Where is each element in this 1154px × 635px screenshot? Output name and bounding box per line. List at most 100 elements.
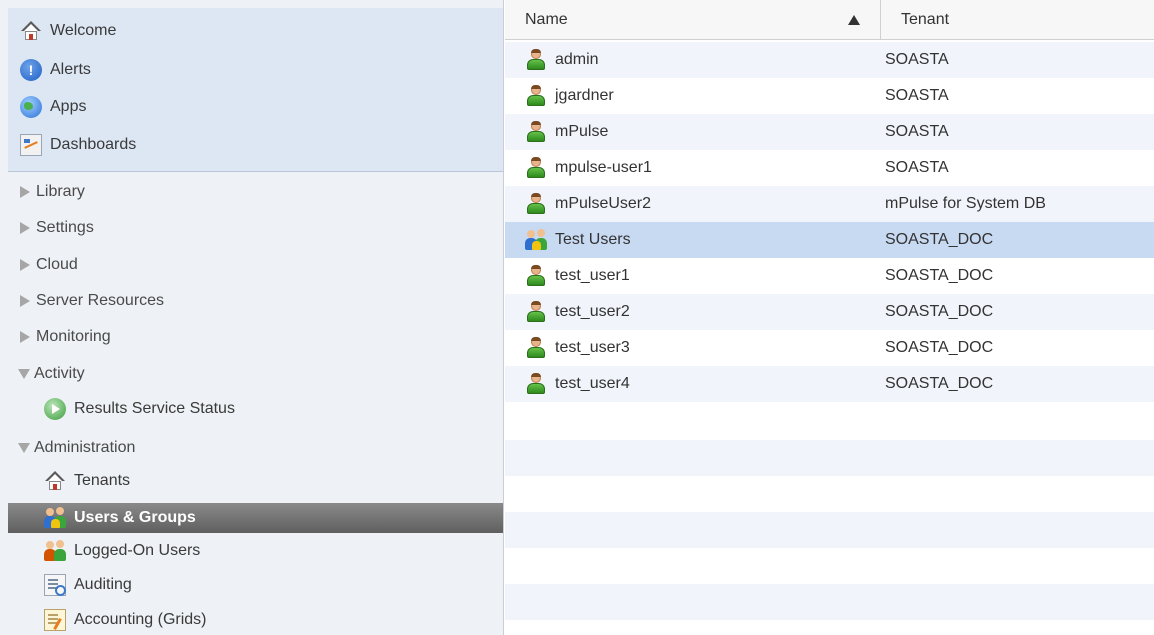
row-name: jgardner [555, 87, 614, 104]
tree-activity-label: Activity [34, 365, 85, 382]
collapsed-arrow-icon[interactable] [20, 222, 30, 234]
tree-monitoring-label: Monitoring [36, 328, 111, 345]
row-tenant: SOASTA [885, 87, 949, 104]
nav-tenants[interactable]: Tenants [44, 466, 130, 496]
dashboard-icon [20, 134, 42, 156]
tree-server-resources-label: Server Resources [36, 292, 165, 309]
nav-welcome[interactable]: Welcome [20, 16, 116, 46]
tree-server-resources[interactable]: Server Resources [16, 286, 164, 316]
row-name: test_user1 [555, 267, 630, 284]
empty-row-stripe [505, 584, 1154, 620]
row-name: mPulseUser2 [555, 195, 652, 212]
tree-administration[interactable]: Administration [16, 433, 135, 463]
column-header-name[interactable]: Name [505, 0, 881, 40]
table-row[interactable]: admin SOASTA [505, 42, 1154, 78]
nav-apps[interactable]: Apps [20, 92, 86, 122]
row-tenant: SOASTA_DOC [885, 339, 994, 356]
group-icon [525, 229, 547, 251]
nav-users-groups-label: Users & Groups [74, 509, 196, 526]
table-row[interactable]: mPulse SOASTA [505, 114, 1154, 150]
row-name: mpulse-user1 [555, 159, 652, 176]
collapsed-arrow-icon[interactable] [20, 295, 30, 307]
collapsed-arrow-icon[interactable] [20, 331, 30, 343]
tree-cloud-label: Cloud [36, 256, 78, 273]
row-name: admin [555, 51, 599, 68]
table-row[interactable]: test_user3 SOASTA_DOC [505, 330, 1154, 366]
user-icon [525, 193, 547, 215]
column-header-name-label: Name [525, 11, 568, 28]
nav-apps-label: Apps [50, 98, 87, 115]
row-name: test_user3 [555, 339, 630, 356]
table-header: Name Tenant [505, 0, 1154, 40]
nav-alerts-label: Alerts [50, 61, 91, 78]
logged-on-users-icon [44, 540, 66, 562]
users-groups-icon [44, 507, 66, 529]
sort-ascending-icon[interactable] [848, 15, 860, 25]
nav-accounting-grids[interactable]: Accounting (Grids) [44, 605, 207, 635]
tree-library[interactable]: Library [16, 177, 85, 207]
table-row[interactable]: test_user1 SOASTA_DOC [505, 258, 1154, 294]
tree-settings-label: Settings [36, 219, 94, 236]
nav-results-service-status[interactable]: Results Service Status [44, 394, 235, 424]
nav-tenants-label: Tenants [74, 472, 131, 489]
nav-welcome-label: Welcome [50, 22, 117, 39]
nav-accounting-grids-label: Accounting (Grids) [74, 611, 207, 628]
row-tenant: mPulse for System DB [885, 195, 1046, 212]
column-header-tenant-label: Tenant [901, 11, 950, 28]
tree-library-label: Library [36, 183, 85, 200]
user-icon [525, 373, 547, 395]
table-row[interactable]: test_user2 SOASTA_DOC [505, 294, 1154, 330]
auditing-icon [44, 574, 66, 596]
globe-icon [20, 96, 42, 118]
row-tenant: SOASTA [885, 123, 949, 140]
user-icon [525, 121, 547, 143]
empty-row-stripe [505, 512, 1154, 548]
row-name: test_user2 [555, 303, 630, 320]
tree-cloud[interactable]: Cloud [16, 250, 78, 280]
alert-icon: ! [20, 59, 42, 81]
table-row[interactable]: mpulse-user1 SOASTA [505, 150, 1154, 186]
column-header-tenant[interactable]: Tenant [881, 0, 1154, 40]
results-service-icon [44, 398, 66, 420]
user-icon [525, 301, 547, 323]
row-tenant: SOASTA_DOC [885, 375, 994, 392]
accounting-icon [44, 609, 66, 631]
row-name: test_user4 [555, 375, 630, 392]
table-row-selected[interactable]: Test Users SOASTA_DOC [505, 222, 1154, 258]
user-icon [525, 49, 547, 71]
nav-auditing-label: Auditing [74, 576, 132, 593]
nav-logged-on-users[interactable]: Logged-On Users [44, 536, 200, 566]
collapsed-arrow-icon[interactable] [20, 259, 30, 271]
tree-monitoring[interactable]: Monitoring [16, 322, 111, 352]
user-icon [525, 85, 547, 107]
home-icon [44, 470, 66, 492]
nav-logged-on-users-label: Logged-On Users [74, 542, 201, 559]
home-icon [20, 20, 42, 42]
tree-settings[interactable]: Settings [16, 213, 94, 243]
sidebar: Welcome ! Alerts Apps Dashboards Library… [0, 0, 504, 635]
row-tenant: SOASTA_DOC [885, 231, 994, 248]
row-name: mPulse [555, 123, 609, 140]
user-icon [525, 337, 547, 359]
expanded-arrow-icon[interactable] [18, 369, 30, 379]
row-tenant: SOASTA_DOC [885, 303, 994, 320]
nav-alerts[interactable]: ! Alerts [20, 55, 91, 85]
collapsed-arrow-icon[interactable] [20, 186, 30, 198]
row-tenant: SOASTA [885, 159, 949, 176]
empty-row-stripe [505, 440, 1154, 476]
row-tenant: SOASTA [885, 51, 949, 68]
nav-auditing[interactable]: Auditing [44, 570, 132, 600]
expanded-arrow-icon[interactable] [18, 443, 30, 453]
nav-results-service-status-label: Results Service Status [74, 400, 235, 417]
row-tenant: SOASTA_DOC [885, 267, 994, 284]
row-name: Test Users [555, 231, 631, 248]
table-row[interactable]: jgardner SOASTA [505, 78, 1154, 114]
table-row[interactable]: test_user4 SOASTA_DOC [505, 366, 1154, 402]
users-table: Name Tenant admin SOASTA jgardner SOASTA… [505, 0, 1154, 635]
tree-activity[interactable]: Activity [16, 359, 85, 389]
table-row[interactable]: mPulseUser2 mPulse for System DB [505, 186, 1154, 222]
nav-dashboards[interactable]: Dashboards [20, 130, 136, 160]
nav-users-groups[interactable]: Users & Groups [44, 503, 196, 533]
user-icon [525, 157, 547, 179]
user-icon [525, 265, 547, 287]
